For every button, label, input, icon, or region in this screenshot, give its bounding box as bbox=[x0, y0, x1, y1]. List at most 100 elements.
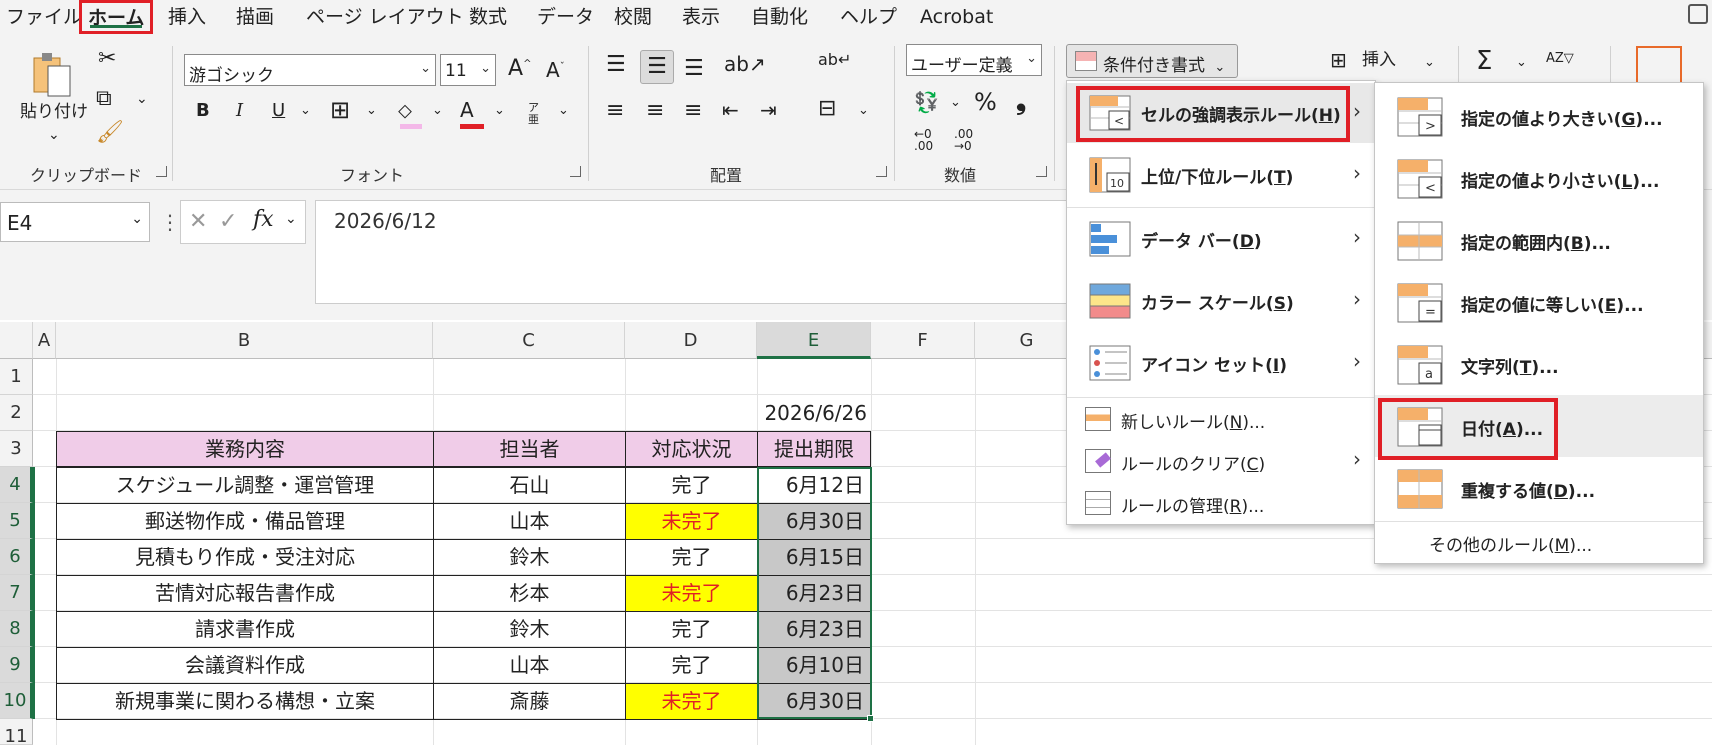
row-header-9[interactable]: 9 bbox=[0, 647, 33, 683]
format-painter-icon[interactable]: 🖌 bbox=[96, 122, 124, 144]
row-header-6[interactable]: 6 bbox=[0, 539, 33, 575]
table-cell[interactable]: 斎藤 bbox=[433, 683, 626, 720]
tab-view[interactable]: 表示 bbox=[682, 0, 720, 34]
furigana-button[interactable]: ア亜 bbox=[528, 101, 544, 126]
merge-center-icon[interactable]: ⊟ bbox=[818, 98, 836, 120]
submenu-item-text-contains[interactable]: a 文字列(T)... bbox=[1375, 333, 1703, 395]
table-cell[interactable]: 6月15日 bbox=[757, 539, 871, 576]
tab-file[interactable]: ファイル bbox=[6, 0, 82, 34]
table-header-owner[interactable]: 担当者 bbox=[433, 431, 626, 467]
decrease-font-icon[interactable]: Aˇ bbox=[546, 60, 565, 80]
table-cell[interactable]: 6月23日 bbox=[757, 575, 871, 612]
menu-item-color-scales[interactable]: カラー スケール(S) › bbox=[1067, 271, 1375, 331]
increase-indent-icon[interactable]: ⇥ bbox=[760, 100, 777, 120]
underline-dropdown-icon[interactable]: ⌄ bbox=[300, 104, 311, 117]
underline-button[interactable]: U bbox=[272, 102, 285, 120]
tab-insert[interactable]: 挿入 bbox=[168, 0, 206, 34]
font-color-icon[interactable]: A bbox=[460, 98, 486, 130]
row-header-2[interactable]: 2 bbox=[0, 395, 33, 431]
merge-dropdown-icon[interactable]: ⌄ bbox=[858, 104, 869, 117]
tab-data[interactable]: データ bbox=[537, 0, 594, 34]
menu-item-top-bottom-rules[interactable]: 10 上位/下位ルール(T) › bbox=[1067, 145, 1375, 205]
align-right-icon[interactable]: ≡ bbox=[684, 100, 702, 122]
row-header-5[interactable]: 5 bbox=[0, 503, 33, 539]
row-header-7[interactable]: 7 bbox=[0, 575, 33, 611]
decrease-indent-icon[interactable]: ⇤ bbox=[722, 100, 739, 120]
table-cell[interactable]: 未完了 bbox=[625, 503, 758, 540]
align-top-icon[interactable]: ☰ bbox=[606, 54, 626, 76]
submenu-item-equal-to[interactable]: = 指定の値に等しい(E)... bbox=[1375, 271, 1703, 333]
furigana-dropdown-icon[interactable]: ⌄ bbox=[558, 104, 569, 117]
table-cell[interactable]: 石山 bbox=[433, 467, 626, 504]
more-icon[interactable]: ⋮ bbox=[160, 210, 180, 234]
cut-icon[interactable]: ✂ bbox=[98, 48, 116, 70]
increase-font-icon[interactable]: A^ bbox=[508, 58, 531, 80]
comma-style-button[interactable]: ❟ bbox=[1016, 88, 1026, 114]
menu-item-manage-rules[interactable]: ルールの管理(R)... bbox=[1067, 483, 1375, 523]
dialog-launcher-icon[interactable] bbox=[570, 166, 581, 177]
currency-icon[interactable]: 💱 bbox=[914, 92, 939, 112]
table-cell[interactable]: 未完了 bbox=[625, 575, 758, 612]
table-cell[interactable]: 6月10日 bbox=[757, 647, 871, 684]
cancel-icon[interactable]: ✕ bbox=[189, 209, 207, 234]
cell-e2[interactable]: 2026/6/26 bbox=[757, 395, 871, 431]
table-cell[interactable]: 6月30日 bbox=[757, 503, 871, 540]
insert-function-icon[interactable]: fx bbox=[253, 207, 274, 232]
table-row[interactable]: 苦情対応報告書作成 bbox=[56, 575, 434, 612]
number-format-combo[interactable]: ユーザー定義 ⌄ bbox=[906, 44, 1042, 76]
column-header-b[interactable]: B bbox=[56, 322, 433, 359]
autosum-button[interactable]: Σ bbox=[1476, 48, 1492, 74]
tab-review[interactable]: 校閲 bbox=[614, 0, 652, 34]
sort-filter-button[interactable]: AZ▽ bbox=[1546, 52, 1574, 65]
table-row[interactable]: 新規事業に関わる構想・立案 bbox=[56, 683, 434, 720]
insert-cells-button[interactable]: 挿入 bbox=[1362, 52, 1396, 69]
table-header-task[interactable]: 業務内容 bbox=[56, 431, 434, 467]
font-color-dropdown-icon[interactable]: ⌄ bbox=[494, 104, 505, 117]
menu-item-new-rule[interactable]: 新しいルール(N)... bbox=[1067, 399, 1375, 439]
font-name-combo[interactable]: 游ゴシック ⌄ bbox=[184, 54, 436, 86]
bold-button[interactable]: B bbox=[196, 102, 210, 120]
dialog-launcher-icon[interactable] bbox=[876, 166, 887, 177]
table-cell[interactable]: 杉本 bbox=[433, 575, 626, 612]
chevron-down-icon[interactable]: ⌄ bbox=[285, 211, 297, 227]
copy-icon[interactable]: ⧉ bbox=[96, 88, 112, 110]
submenu-item-greater-than[interactable]: > 指定の値より大きい(G)... bbox=[1375, 85, 1703, 147]
column-header-d[interactable]: D bbox=[625, 322, 757, 359]
table-cell[interactable]: 未完了 bbox=[625, 683, 758, 720]
insert-cells-icon[interactable]: ⊞ bbox=[1330, 50, 1347, 70]
table-row[interactable]: 郵送物作成・備品管理 bbox=[56, 503, 434, 540]
submenu-item-duplicate-values[interactable]: 重複する値(D)... bbox=[1375, 457, 1703, 519]
row-header-10[interactable]: 10 bbox=[0, 683, 33, 719]
tab-home[interactable]: ホーム bbox=[79, 0, 154, 34]
font-size-combo[interactable]: 11 ⌄ bbox=[440, 54, 496, 86]
align-middle-icon[interactable]: ☰ bbox=[640, 50, 674, 84]
table-cell[interactable]: 鈴木 bbox=[433, 611, 626, 648]
row-header-4[interactable]: 4 bbox=[0, 467, 33, 503]
paste-button[interactable]: 貼り付け bbox=[20, 104, 88, 121]
row-header-8[interactable]: 8 bbox=[0, 611, 33, 647]
more-rules-item[interactable]: その他のルール(M)... bbox=[1429, 531, 1592, 556]
submenu-item-between[interactable]: 指定の範囲内(B)... bbox=[1375, 209, 1703, 271]
row-header-3[interactable]: 3 bbox=[0, 431, 33, 467]
menu-item-clear-rules[interactable]: ルールのクリア(C) › bbox=[1067, 441, 1375, 481]
table-row[interactable]: 見積もり作成・受注対応 bbox=[56, 539, 434, 576]
align-left-icon[interactable]: ≡ bbox=[606, 100, 624, 122]
copy-dropdown-icon[interactable]: ⌄ bbox=[136, 92, 148, 106]
borders-dropdown-icon[interactable]: ⌄ bbox=[366, 104, 377, 117]
table-cell[interactable]: 完了 bbox=[625, 539, 758, 576]
table-header-status[interactable]: 対応状況 bbox=[625, 431, 758, 467]
column-header-c[interactable]: C bbox=[433, 322, 625, 359]
table-cell[interactable]: 山本 bbox=[433, 503, 626, 540]
tab-formulas[interactable]: 数式 bbox=[469, 0, 507, 34]
insert-dropdown-icon[interactable]: ⌄ bbox=[1424, 56, 1435, 69]
menu-item-data-bars[interactable]: データ バー(D) › bbox=[1067, 209, 1375, 269]
dialog-launcher-icon[interactable] bbox=[156, 166, 167, 177]
table-header-deadline[interactable]: 提出期限 bbox=[757, 431, 871, 467]
table-row[interactable]: スケジュール調整・運営管理 bbox=[56, 467, 434, 504]
column-header-e[interactable]: E bbox=[757, 322, 871, 359]
tab-automate[interactable]: 自動化 bbox=[751, 0, 808, 34]
align-bottom-icon[interactable]: ☰ bbox=[684, 58, 704, 80]
table-row[interactable]: 請求書作成 bbox=[56, 611, 434, 648]
table-cell[interactable]: 完了 bbox=[625, 647, 758, 684]
chevron-down-icon[interactable]: ⌄ bbox=[48, 128, 60, 142]
